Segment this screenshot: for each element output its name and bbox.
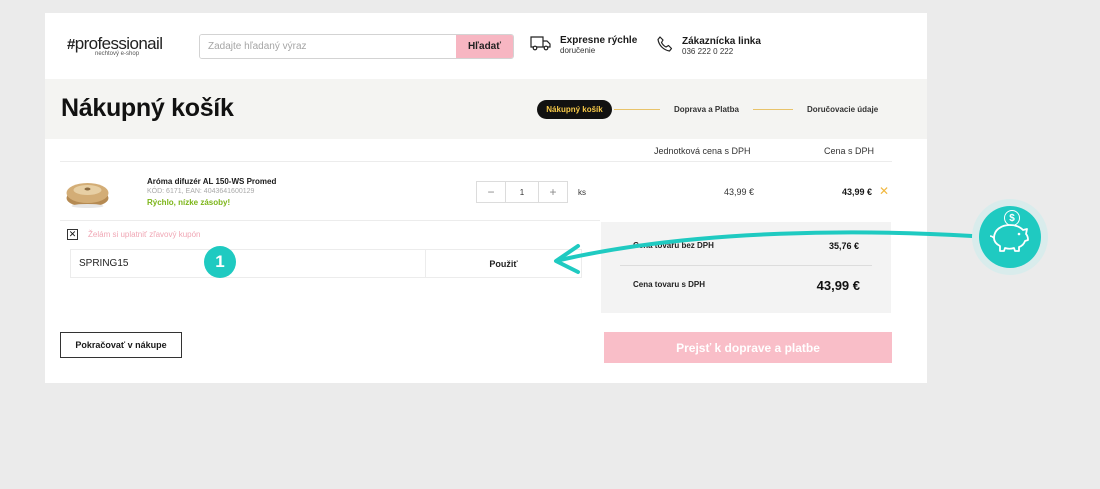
coupon-checkbox[interactable]: ✕	[67, 229, 78, 240]
step-connector	[753, 109, 793, 110]
unit-price: 43,99 €	[724, 187, 755, 197]
apply-coupon-button[interactable]: Použiť	[426, 250, 581, 277]
quantity-value[interactable]: 1	[505, 182, 539, 202]
search-bar: Hľadať	[199, 34, 514, 59]
step-connector	[614, 109, 660, 110]
search-input[interactable]	[200, 35, 456, 58]
stock-status: Rýchlo, nízke zásoby!	[147, 198, 231, 207]
column-unit-price: Jednotková cena s DPH	[654, 146, 751, 156]
step-cart[interactable]: Nákupný košík	[537, 100, 612, 119]
divider	[60, 161, 892, 162]
product-name[interactable]: Aróma difuzér AL 150-WS Promed	[147, 177, 276, 186]
phone-icon	[656, 35, 674, 58]
increase-button[interactable]: +	[539, 182, 567, 202]
proceed-to-shipping-button[interactable]: Prejsť k doprave a platbe	[604, 332, 892, 363]
close-icon[interactable]: ✕	[879, 185, 889, 197]
line-total: 43,99 €	[842, 187, 873, 197]
delivery-subtitle: doručenie	[560, 46, 596, 55]
product-image[interactable]	[64, 169, 111, 216]
search-button[interactable]: Hľadať	[456, 35, 513, 58]
continue-shopping-button[interactable]: Pokračovať v nákupe	[60, 332, 182, 358]
page-title: Nákupný košík	[61, 94, 234, 122]
quantity-stepper: − 1 +	[476, 181, 568, 203]
step-delivery-details[interactable]: Doručovacie údaje	[807, 105, 878, 114]
dollar-coin-icon: $	[1004, 210, 1020, 226]
step-shipping-payment[interactable]: Doprava a Platba	[674, 105, 739, 114]
logo[interactable]: #professionail nechtový e-shop	[67, 35, 163, 58]
coupon-form: Použiť	[70, 249, 582, 278]
total-with-vat-value: 43,99 €	[816, 278, 860, 293]
hotline-info[interactable]: Zákaznícka linka 036 222 0 222	[656, 35, 761, 58]
divider	[620, 265, 872, 266]
order-summary	[601, 222, 891, 313]
subtotal-without-vat-label: Cena tovaru bez DPH	[633, 241, 714, 250]
truck-icon	[530, 35, 552, 56]
quantity-unit: ks	[578, 188, 586, 197]
step-badge: 1	[204, 246, 236, 278]
product-code: KÓD: 6171, EAN: 4043641600129	[147, 188, 255, 195]
coupon-checkbox-label[interactable]: Želám si uplatniť zľavový kupón	[88, 230, 201, 239]
total-with-vat-label: Cena tovaru s DPH	[633, 280, 706, 289]
delivery-info: Expresne rýchle doručenie	[530, 35, 637, 56]
decrease-button[interactable]: −	[477, 182, 505, 202]
hotline-title: Zákaznícka linka	[682, 36, 761, 47]
coupon-code-input[interactable]	[71, 250, 426, 277]
subtotal-without-vat-value: 35,76 €	[828, 241, 859, 251]
hotline-phone: 036 222 0 222	[682, 47, 734, 56]
logo-tagline: nechtový e-shop	[95, 51, 140, 57]
divider	[60, 220, 600, 221]
delivery-title: Expresne rýchle	[560, 35, 638, 46]
column-total: Cena s DPH	[824, 146, 875, 156]
